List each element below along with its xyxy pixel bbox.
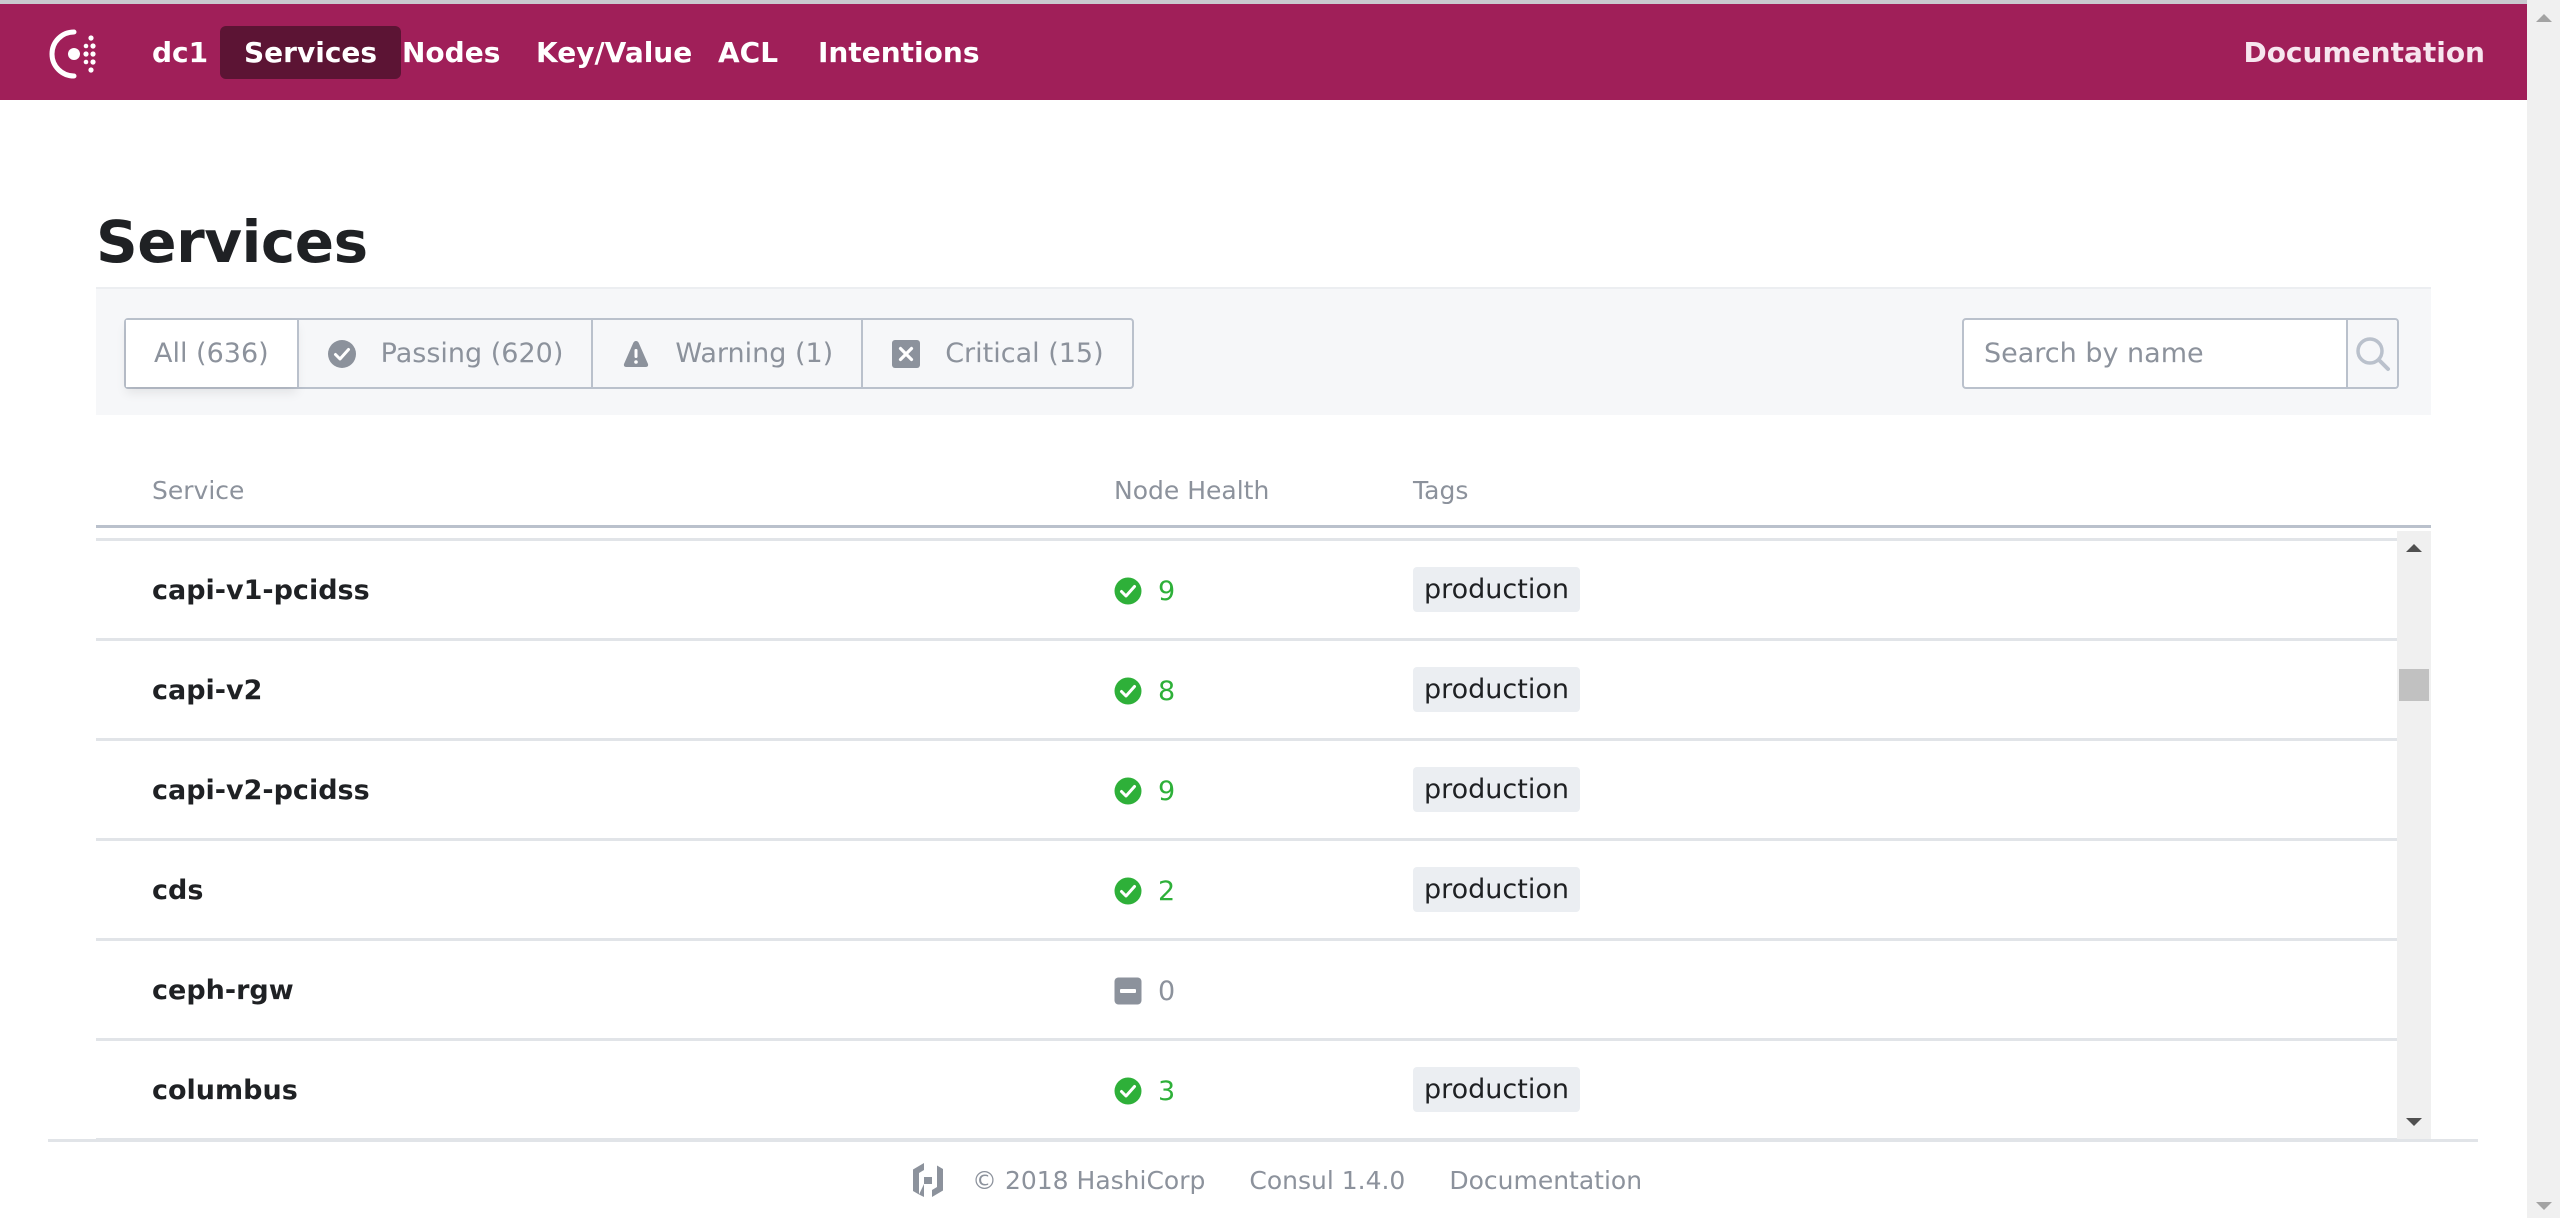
footer-documentation-link[interactable]: Documentation <box>1449 1166 1642 1195</box>
nav-key-value[interactable]: Key/Value <box>512 26 716 79</box>
nav-documentation-link[interactable]: Documentation <box>2243 26 2485 79</box>
search-box <box>1962 318 2399 389</box>
nav-nodes[interactable]: Nodes <box>378 26 524 79</box>
search-button[interactable] <box>2346 320 2397 387</box>
node-health: 2 <box>1114 841 1175 941</box>
nav-services[interactable]: Services <box>220 26 402 79</box>
node-health-count: 9 <box>1158 575 1176 607</box>
passing-check-icon <box>1114 677 1142 705</box>
column-header-service: Service <box>152 476 245 505</box>
table-row[interactable]: cds 2 production <box>96 841 2397 941</box>
table-row[interactable]: capi-v2 8 production <box>96 641 2397 741</box>
critical-x-icon <box>891 339 921 369</box>
node-health: 3 <box>1114 1041 1175 1140</box>
passing-check-icon <box>1114 777 1142 805</box>
filter-all-label: All (636) <box>154 338 269 369</box>
top-navbar: dc1 Services Nodes Key/Value ACL Intenti… <box>0 4 2527 100</box>
service-name[interactable]: ceph-rgw <box>152 941 294 1041</box>
services-table-header: Service Node Health Tags <box>96 460 2431 528</box>
filter-passing-label: Passing (620) <box>380 338 564 369</box>
table-scroll-down-arrow-icon[interactable] <box>2406 1118 2422 1126</box>
node-health-count: 9 <box>1158 775 1176 807</box>
node-health: 9 <box>1114 741 1175 841</box>
table-scroll-up-arrow-icon[interactable] <box>2406 544 2422 552</box>
service-name[interactable]: capi-v2-pcidss <box>152 741 370 841</box>
no-checks-icon <box>1114 977 1142 1005</box>
filter-bar: All (636) Passing (620) Warning (1) Crit… <box>96 287 2431 415</box>
service-tag: production <box>1413 667 1580 712</box>
service-name[interactable]: capi-v1-pcidss <box>152 541 370 641</box>
filter-warning[interactable]: Warning (1) <box>591 320 861 387</box>
column-header-node-health: Node Health <box>1114 476 1270 505</box>
passing-check-icon <box>1114 1077 1142 1105</box>
services-table-body: capi-v1 9 production capi-v1-pcidss 9 product… <box>96 531 2431 1140</box>
table-row[interactable]: capi-v1-pcidss 9 production <box>96 541 2397 641</box>
consul-logo-icon[interactable] <box>44 24 104 84</box>
node-health: 9 <box>1114 541 1175 641</box>
service-name[interactable]: capi-v1 <box>152 531 262 541</box>
service-name[interactable]: cds <box>152 841 203 941</box>
page-scrollbar[interactable] <box>2527 0 2560 1218</box>
table-scrollbar[interactable] <box>2397 531 2431 1140</box>
footer-content: © 2018 HashiCorp Consul 1.4.0 Documentat… <box>908 1160 1686 1200</box>
filter-warning-label: Warning (1) <box>675 338 834 369</box>
scroll-down-arrow-icon[interactable] <box>2536 1202 2552 1210</box>
node-health-count: 0 <box>1158 975 1176 1007</box>
table-row[interactable]: ceph-rgw 0 <box>96 941 2397 1041</box>
table-scroll-thumb[interactable] <box>2399 669 2429 702</box>
node-health: 8 <box>1114 641 1175 741</box>
check-circle-icon <box>327 339 357 369</box>
service-name[interactable]: capi-v2 <box>152 641 262 741</box>
search-icon <box>2355 336 2390 371</box>
filter-all[interactable]: All (636) <box>126 320 297 387</box>
health-filter-group: All (636) Passing (620) Warning (1) Crit… <box>124 318 1134 389</box>
service-tag: production <box>1413 767 1580 812</box>
footer-version-link[interactable]: Consul 1.4.0 <box>1249 1166 1405 1195</box>
warning-icon <box>621 339 651 369</box>
node-health-count: 2 <box>1158 875 1176 907</box>
footer-copyright: © 2018 HashiCorp <box>972 1165 1206 1195</box>
service-tag: production <box>1413 567 1580 612</box>
node-health-count: 8 <box>1158 675 1176 707</box>
table-row[interactable]: capi-v19production <box>96 531 2397 541</box>
node-health: 0 <box>1114 941 1175 1041</box>
node-health: 9 <box>1114 531 1175 541</box>
nav-intentions[interactable]: Intentions <box>794 26 1003 79</box>
services-list: capi-v1 9 production capi-v1-pcidss 9 product… <box>96 531 2397 1140</box>
filter-critical[interactable]: Critical (15) <box>861 320 1131 387</box>
service-tag: production <box>1413 867 1580 912</box>
search-input[interactable] <box>1964 320 2346 387</box>
service-tag: production <box>1413 1067 1580 1112</box>
footer: © 2018 HashiCorp Consul 1.4.0 Documentat… <box>48 1139 2478 1218</box>
service-name[interactable]: columbus <box>152 1041 298 1140</box>
hashicorp-logo-icon <box>908 1160 948 1200</box>
filter-critical-label: Critical (15) <box>945 338 1104 369</box>
filter-passing[interactable]: Passing (620) <box>296 320 592 387</box>
table-row[interactable]: columbus 3 production <box>96 1041 2397 1140</box>
page-title: Services <box>96 208 368 276</box>
passing-check-icon <box>1114 877 1142 905</box>
datacenter-selector[interactable]: dc1 <box>128 26 232 79</box>
nav-acl[interactable]: ACL <box>694 26 802 79</box>
scroll-up-arrow-icon[interactable] <box>2536 14 2552 22</box>
column-header-tags: Tags <box>1413 476 1469 505</box>
table-row[interactable]: capi-v2-pcidss 9 production <box>96 741 2397 841</box>
node-health-count: 3 <box>1158 1075 1176 1107</box>
passing-check-icon <box>1114 577 1142 605</box>
